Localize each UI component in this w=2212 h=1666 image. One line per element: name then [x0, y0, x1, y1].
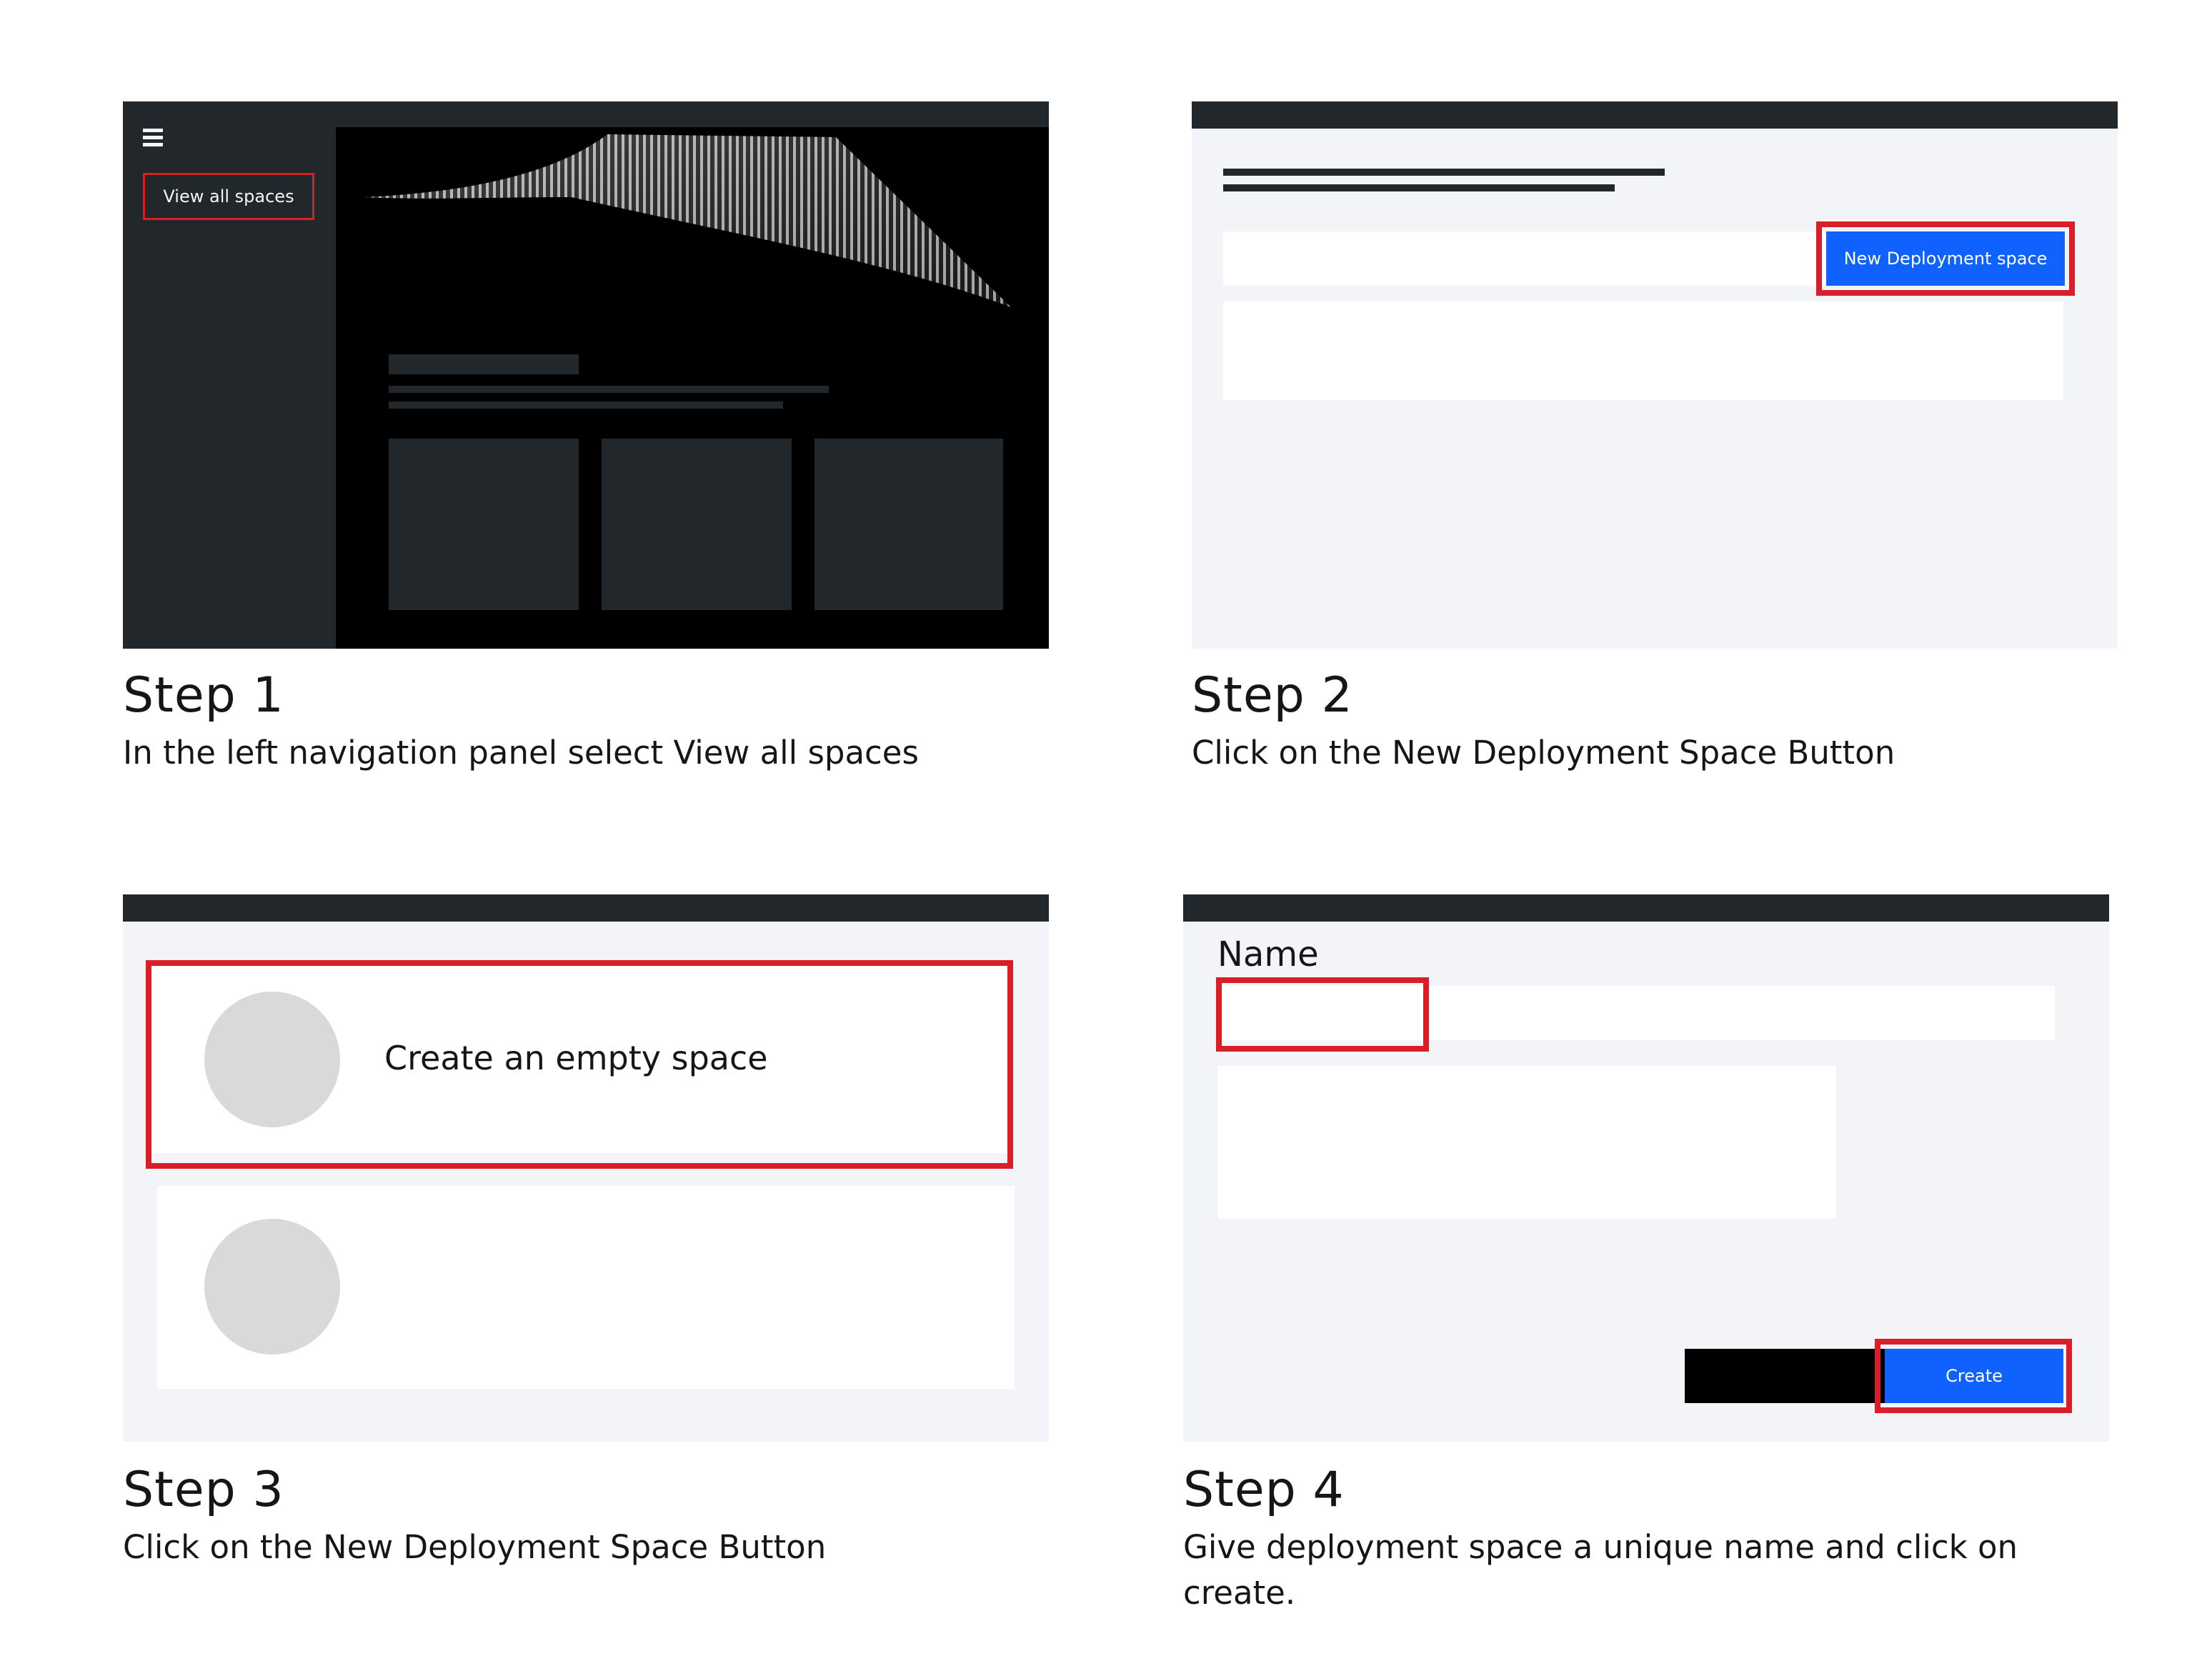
step4-description: Give deployment space a unique name and … [1183, 1528, 2018, 1612]
hamburger-menu-icon[interactable] [143, 129, 163, 147]
step2-screenshot: New Deployment space [1192, 101, 2118, 649]
name-field-label: Name [1217, 934, 1319, 974]
highlight-box [146, 960, 1013, 1169]
step3-description: Click on the New Deployment Space Button [123, 1528, 827, 1566]
second-space-option[interactable] [157, 1186, 1015, 1389]
text-line-placeholder [389, 401, 783, 409]
title-line-placeholder [1223, 169, 1665, 176]
space-card[interactable] [389, 439, 579, 610]
top-header-bar [1192, 101, 2118, 129]
main-content-area [336, 127, 1049, 649]
cancel-button[interactable] [1685, 1349, 1885, 1403]
step4-title: Step 4 [1183, 1462, 1345, 1518]
view-all-spaces-button[interactable]: View all spaces [143, 173, 314, 220]
step1-title: Step 1 [123, 667, 284, 724]
step1-screenshot: View all spaces [123, 101, 1049, 649]
step3-screenshot: Create an empty space [123, 894, 1049, 1442]
top-header-bar [1183, 894, 2109, 922]
step2-title: Step 2 [1192, 667, 1353, 724]
option-illustration-icon [204, 1219, 340, 1355]
step2-description: Click on the New Deployment Space Button [1192, 734, 1895, 772]
step1-description: In the left navigation panel select View… [123, 734, 919, 772]
spaces-table [1223, 301, 2063, 400]
new-deployment-space-button[interactable]: New Deployment space [1826, 231, 2065, 286]
space-card[interactable] [814, 439, 1003, 610]
step3-title: Step 3 [123, 1462, 284, 1518]
highlight-box [1216, 977, 1429, 1052]
text-line-placeholder [389, 386, 829, 393]
heading-placeholder [389, 354, 579, 374]
step4-screenshot: Name Create [1183, 894, 2109, 1442]
description-textarea[interactable] [1217, 1066, 1836, 1219]
top-header-bar [123, 894, 1049, 922]
title-line-placeholder [1223, 184, 1615, 191]
hero-wave-graphic [364, 134, 1011, 307]
space-card[interactable] [602, 439, 792, 610]
create-button[interactable]: Create [1885, 1349, 2063, 1403]
